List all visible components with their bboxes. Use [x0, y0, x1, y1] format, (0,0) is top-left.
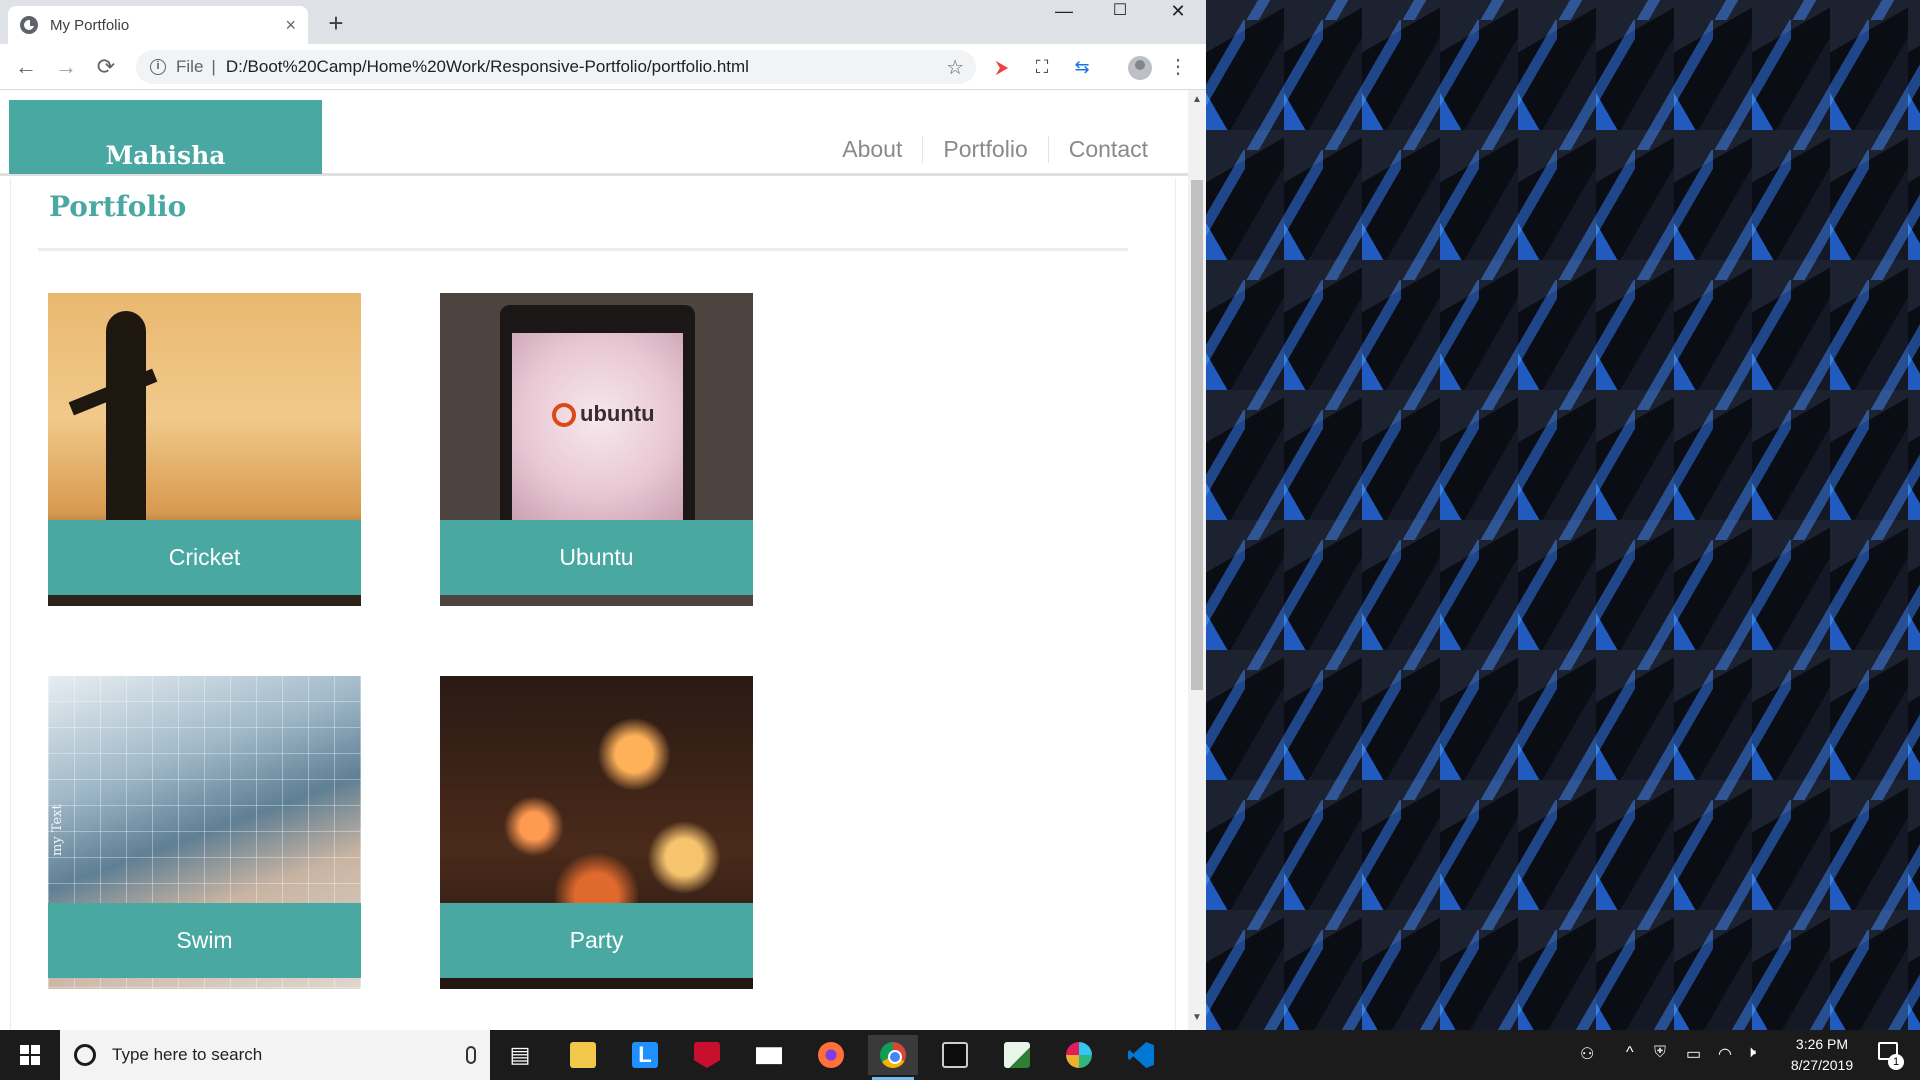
site-brand[interactable]: Mahisha: [9, 100, 322, 174]
profile-avatar-icon[interactable]: [1128, 56, 1152, 80]
search-placeholder: Type here to search: [112, 1045, 263, 1064]
close-window-button[interactable]: ✕: [1150, 0, 1206, 30]
minimize-button[interactable]: —: [1036, 0, 1092, 30]
taskbar-search-box[interactable]: Type here to search: [60, 1030, 490, 1080]
chrome-icon[interactable]: [868, 1035, 918, 1080]
page-viewport: Mahisha About Portfolio Contact Portfoli…: [0, 90, 1188, 1030]
card-caption: Ubuntu: [440, 520, 753, 595]
screenshot-extension-icon[interactable]: ⛶: [1030, 56, 1054, 80]
show-hidden-icons-chevron-icon[interactable]: ^: [1626, 1044, 1634, 1062]
people-icon[interactable]: ⚇: [1580, 1044, 1594, 1064]
laptop-screen: ubuntu: [500, 305, 695, 533]
site-info-icon[interactable]: i: [150, 59, 166, 75]
forward-button[interactable]: →: [52, 54, 80, 82]
scroll-down-arrow-icon[interactable]: ▼: [1188, 1012, 1206, 1023]
ubuntu-logo: ubuntu: [552, 401, 655, 427]
url-scheme: File: [176, 57, 204, 76]
notepad-icon[interactable]: [992, 1035, 1042, 1075]
windows-taskbar: Type here to search ▤ L ⚇ ^ ⛨ ▭ ◠ 🕨 3:26…: [0, 1030, 1920, 1080]
terminal-icon[interactable]: [930, 1035, 980, 1075]
portfolio-card-ubuntu[interactable]: ubuntu Ubuntu: [440, 293, 753, 606]
tab-strip: My Portfolio × + — ☐ ✕: [0, 0, 1206, 44]
url-separator: |: [211, 57, 216, 76]
microphone-icon[interactable]: [466, 1046, 476, 1064]
browser-toolbar: ← → ⟳ i File | D:/Boot%20Camp/Home%20Wor…: [0, 44, 1206, 90]
mail-icon[interactable]: [744, 1035, 794, 1075]
taskbar-clock[interactable]: 3:26 PM 8/27/2019: [1774, 1034, 1870, 1076]
page-title: Portfolio: [49, 190, 187, 223]
tab-my-portfolio[interactable]: My Portfolio ×: [8, 6, 308, 44]
scroll-up-arrow-icon[interactable]: ▲: [1188, 94, 1206, 105]
card-caption: Party: [440, 903, 753, 978]
cortana-icon: [74, 1044, 96, 1066]
brand-name: Mahisha: [105, 141, 226, 170]
url-text[interactable]: D:/Boot%20Camp/Home%20Work/Responsive-Po…: [226, 57, 946, 77]
clock-time: 3:26 PM: [1795, 1036, 1849, 1052]
page-scrollbar[interactable]: ▲ ▼: [1188, 90, 1206, 1030]
file-explorer-icon[interactable]: [558, 1035, 608, 1075]
bookmark-star-icon[interactable]: ☆: [946, 55, 964, 80]
mcafee-icon[interactable]: [682, 1035, 732, 1075]
vscode-icon[interactable]: [1116, 1035, 1166, 1075]
clock-date: 8/27/2019: [1790, 1057, 1854, 1073]
image-overlay-text: my Text: [50, 804, 65, 856]
portfolio-card-swim[interactable]: my Text Swim: [48, 676, 361, 989]
start-button[interactable]: [0, 1030, 60, 1080]
address-bar[interactable]: i File | D:/Boot%20Camp/Home%20Work/Resp…: [136, 50, 976, 84]
desktop-wallpaper-highlight: [1206, 0, 1920, 1030]
battery-icon[interactable]: ▭: [1686, 1044, 1701, 1064]
nav-link-portfolio[interactable]: Portfolio: [922, 136, 1047, 163]
tab-close-icon[interactable]: ×: [285, 15, 296, 36]
mcafee-tray-icon[interactable]: ⛨: [1654, 1044, 1666, 1062]
nav-link-about[interactable]: About: [822, 136, 922, 163]
site-nav: About Portfolio Contact: [822, 136, 1168, 163]
back-button[interactable]: ←: [12, 54, 40, 82]
portfolio-card-party[interactable]: Party: [440, 676, 753, 989]
card-caption: Cricket: [48, 520, 361, 595]
maximize-button[interactable]: ☐: [1092, 0, 1148, 30]
sync-extension-icon[interactable]: ⇆: [1070, 56, 1094, 80]
slack-icon[interactable]: [1054, 1035, 1104, 1075]
browser-window: My Portfolio × + — ☐ ✕ ← → ⟳ i File | D:…: [0, 0, 1206, 1030]
tab-title: My Portfolio: [50, 16, 130, 34]
portfolio-card-cricket[interactable]: Cricket: [48, 293, 361, 606]
laptop-display: ubuntu: [512, 333, 683, 523]
extension-icon[interactable]: ⮞: [990, 56, 1014, 80]
title-divider: [38, 248, 1128, 251]
browser-menu-icon[interactable]: ⋮: [1166, 54, 1190, 79]
task-view-icon[interactable]: ▤: [495, 1035, 545, 1075]
scrollbar-thumb[interactable]: [1191, 180, 1203, 690]
firefox-icon[interactable]: [806, 1035, 856, 1075]
new-tab-button[interactable]: +: [322, 10, 350, 38]
site-header: Mahisha About Portfolio Contact: [0, 90, 1188, 176]
l-app-icon[interactable]: L: [620, 1035, 670, 1075]
globe-icon: [20, 16, 38, 34]
action-center-icon[interactable]: 1: [1876, 1040, 1904, 1070]
reload-button[interactable]: ⟳: [92, 54, 120, 82]
wifi-icon[interactable]: ◠: [1718, 1044, 1732, 1064]
nav-link-contact[interactable]: Contact: [1047, 136, 1168, 163]
notification-count: 1: [1888, 1054, 1904, 1070]
sound-muted-icon[interactable]: 🕨: [1746, 1044, 1756, 1062]
windows-logo-icon: [20, 1045, 40, 1065]
card-caption: Swim: [48, 903, 361, 978]
